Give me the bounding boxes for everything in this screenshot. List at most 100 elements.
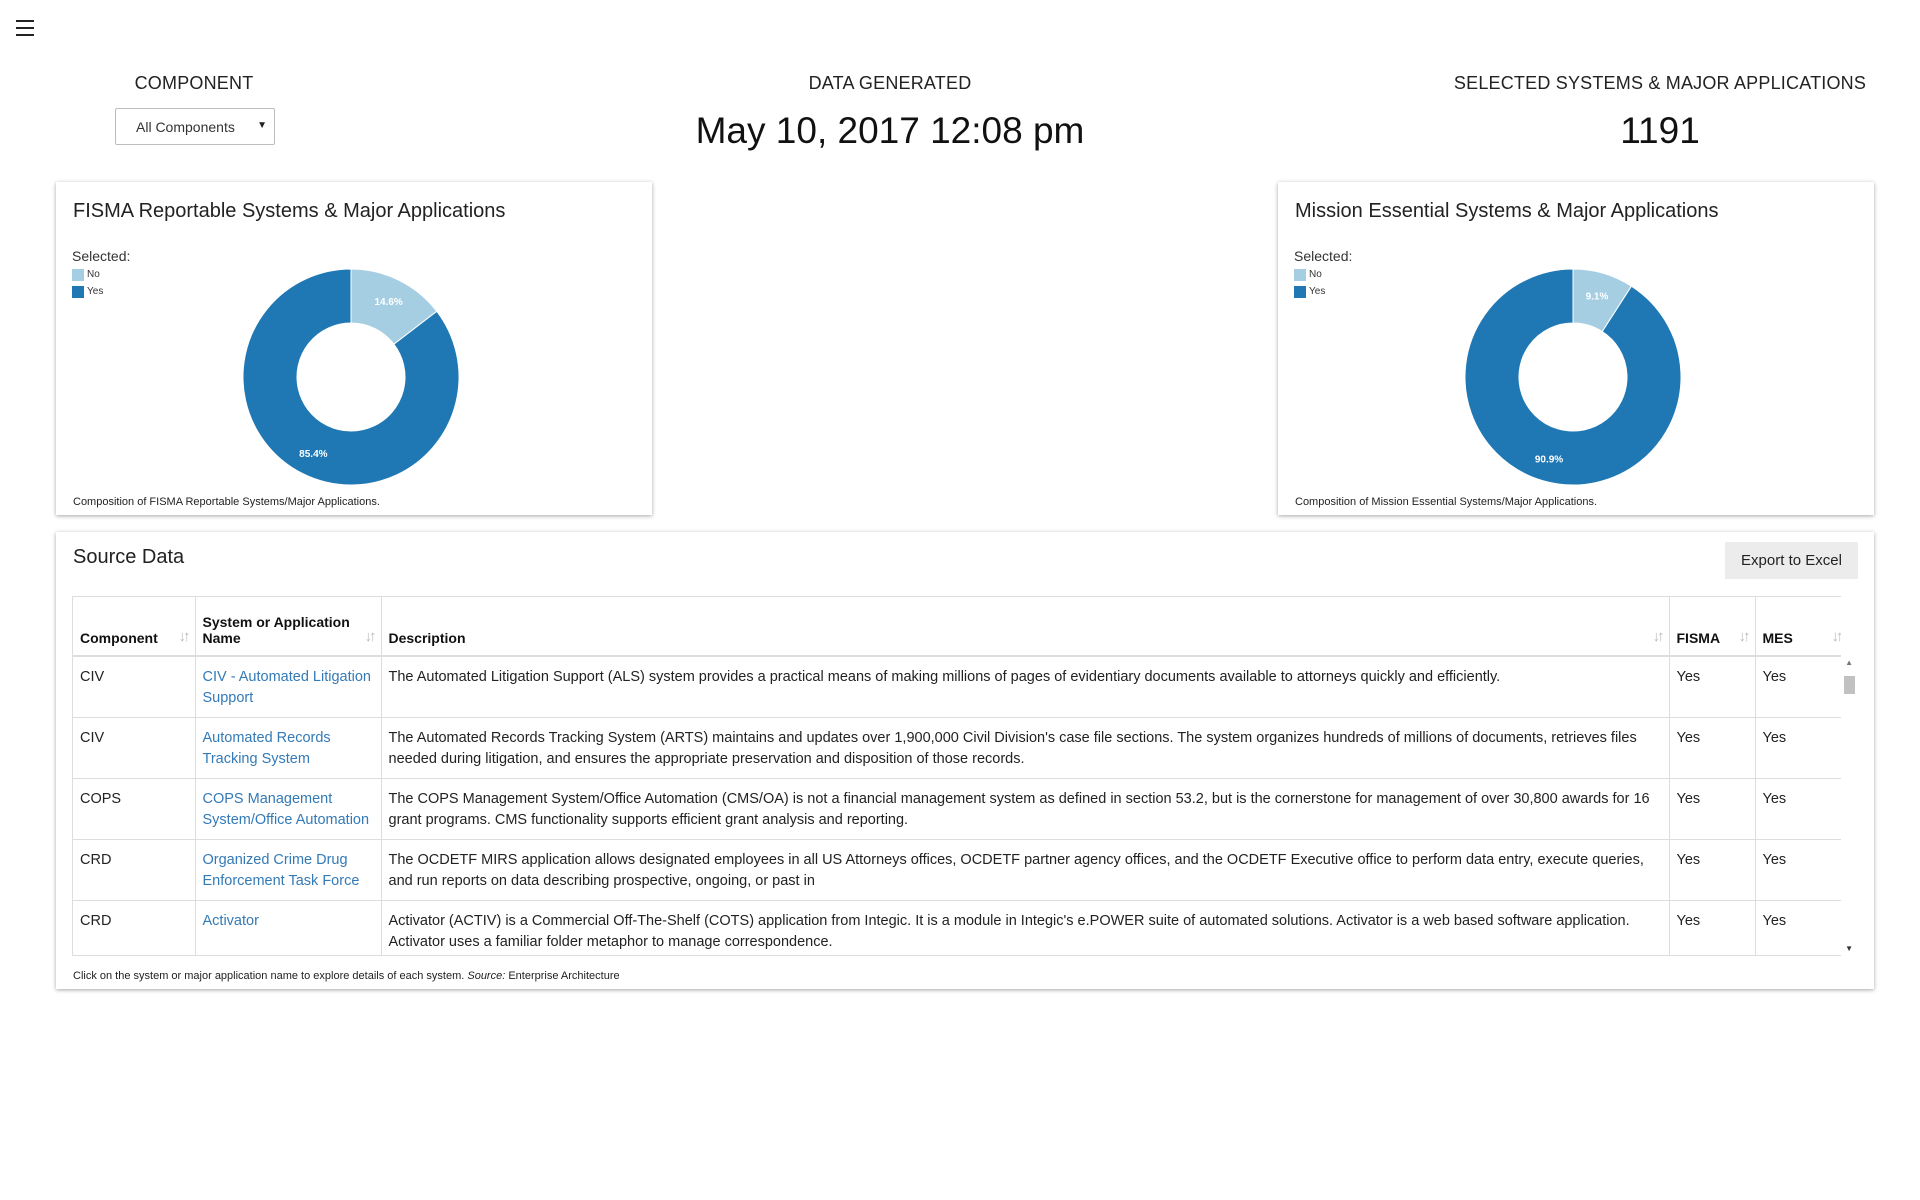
legend-swatch-no xyxy=(72,268,84,281)
component-label: COMPONENT xyxy=(134,73,254,93)
table-row: CIV Automated Records Tracking System The … xyxy=(73,717,1848,779)
data-generated-block: DATA GENERATED May 10, 2017 12:08 pm xyxy=(690,73,1090,152)
fisma-cell: Yes xyxy=(1669,900,1756,955)
legend-label-yes: Yes xyxy=(87,286,104,297)
fisma-chart-caption: Composition of FISMA Reportable Systems/… xyxy=(73,496,380,508)
sort-icon[interactable]: ↓↑ xyxy=(365,628,377,645)
system-name-link[interactable]: Activator xyxy=(195,900,382,955)
fisma-slice-label-yes: 85.4% xyxy=(299,449,327,460)
system-name-link[interactable]: Automated Records Tracking System xyxy=(195,717,382,779)
table-row: CIV CIV - Automated Litigation Support The… xyxy=(73,656,1848,718)
component-cell: CRD xyxy=(73,900,196,955)
component-cell: COPS xyxy=(73,778,196,840)
data-generated-value: May 10, 2017 12:08 pm xyxy=(695,110,1085,151)
description-cell: Activator (ACTIV) is a Commercial Off-Th… xyxy=(381,900,1670,955)
source-data-table: Component ↓↑ System or Application Name ↓↑… xyxy=(73,597,1848,955)
column-header-component[interactable]: Component ↓↑ xyxy=(73,597,196,657)
column-header-label: System or Application Name xyxy=(202,614,350,646)
data-generated-label: DATA GENERATED xyxy=(808,73,972,93)
fisma-cell: Yes xyxy=(1669,778,1756,840)
fisma-cell: Yes xyxy=(1669,717,1756,779)
fisma-slice-label-no: 14.6% xyxy=(374,297,402,308)
mes-cell: Yes xyxy=(1755,839,1848,901)
footer-source-label: Source: xyxy=(467,970,506,982)
mes-legend-title: Selected: xyxy=(1294,248,1353,264)
column-header-description[interactable]: Description ↓↑ xyxy=(381,597,1670,657)
description-cell: The Automated Litigation Support (ALS) s… xyxy=(381,656,1670,718)
column-header-label: Description xyxy=(388,630,466,646)
footer-source-value: Enterprise Architecture xyxy=(508,970,620,982)
description-cell: The Automated Records Tracking System (A… xyxy=(381,717,1670,779)
mes-chart-caption: Composition of Mission Essential Systems… xyxy=(1295,496,1598,508)
selected-count-value: 1191 xyxy=(1620,110,1700,151)
sort-icon[interactable]: ↓↑ xyxy=(1832,628,1844,645)
component-select[interactable]: All Components ▼ xyxy=(115,108,275,145)
column-header-fisma[interactable]: FISMA ↓↑ xyxy=(1669,597,1756,657)
mes-legend: Selected: No Yes xyxy=(1294,248,1352,300)
fisma-cell: Yes xyxy=(1669,656,1756,718)
sort-icon[interactable]: ↓↑ xyxy=(1653,628,1665,645)
mes-donut-chart: 9.1% 90.9% xyxy=(1464,268,1682,486)
table-scrollbar[interactable]: ▲ ▼ xyxy=(1841,596,1857,956)
mes-legend-no[interactable]: No xyxy=(1294,266,1352,283)
fisma-legend-no[interactable]: No xyxy=(72,266,130,283)
hamburger-menu-icon[interactable] xyxy=(14,16,40,42)
description-cell: The COPS Management System/Office Automa… xyxy=(381,778,1670,840)
table-row: CRD Activator Activator (ACTIV) is a Comme… xyxy=(73,900,1848,955)
source-data-table-frame[interactable]: Component ↓↑ System or Application Name ↓↑… xyxy=(72,596,1849,956)
system-name-link[interactable]: CIV - Automated Litigation Support xyxy=(195,656,382,718)
component-cell: CRD xyxy=(73,839,196,901)
column-header-label: MES xyxy=(1762,630,1793,646)
component-cell: CIV xyxy=(73,717,196,779)
legend-swatch-no xyxy=(1294,268,1306,281)
component-select-value: All Components xyxy=(136,119,235,135)
legend-label-yes: Yes xyxy=(1309,286,1326,297)
mes-slice-label-no: 9.1% xyxy=(1586,291,1609,302)
scroll-down-icon[interactable]: ▼ xyxy=(1845,944,1853,953)
legend-swatch-yes xyxy=(1294,285,1306,298)
table-row: CRD Organized Crime Drug Enforcement Task… xyxy=(73,839,1848,901)
fisma-chart-card: FISMA Reportable Systems & Major Applica… xyxy=(56,182,652,515)
table-header-row: Component ↓↑ System or Application Name ↓↑… xyxy=(73,597,1848,657)
source-data-footer: Click on the system or major application… xyxy=(73,970,620,982)
source-data-title: Source Data xyxy=(73,546,185,568)
column-header-system-name[interactable]: System or Application Name ↓↑ xyxy=(195,597,382,657)
source-data-card: Source Data Export to Excel Component ↓↑ … xyxy=(56,532,1874,989)
mes-cell: Yes xyxy=(1755,778,1848,840)
legend-label-no: No xyxy=(1309,269,1322,280)
component-filter-block: COMPONENT xyxy=(95,73,293,94)
sort-icon[interactable]: ↓↑ xyxy=(179,628,191,645)
fisma-cell: Yes xyxy=(1669,839,1756,901)
mes-cell: Yes xyxy=(1755,717,1848,779)
mes-slice-yes[interactable] xyxy=(1464,268,1682,486)
system-name-link[interactable]: COPS Management System/Office Automation xyxy=(195,778,382,840)
column-header-mes[interactable]: MES ↓↑ xyxy=(1755,597,1848,657)
column-header-label: Component xyxy=(80,630,158,646)
mes-cell: Yes xyxy=(1755,656,1848,718)
fisma-donut-chart: 14.6% 85.4% xyxy=(242,268,460,486)
column-header-label: FISMA xyxy=(1676,630,1721,646)
fisma-chart-title: FISMA Reportable Systems & Major Applica… xyxy=(73,200,506,222)
scroll-thumb[interactable] xyxy=(1844,676,1855,694)
fisma-legend-yes[interactable]: Yes xyxy=(72,283,130,300)
footer-text: Click on the system or major application… xyxy=(73,970,465,982)
description-cell: The OCDETF MIRS application allows desig… xyxy=(381,839,1670,901)
mes-cell: Yes xyxy=(1755,900,1848,955)
selected-count-block: SELECTED SYSTEMS & MAJOR APPLICATIONS 11… xyxy=(1430,73,1890,152)
mes-chart-card: Mission Essential Systems & Major Applic… xyxy=(1278,182,1874,515)
fisma-legend-title: Selected: xyxy=(72,248,131,264)
selected-count-label: SELECTED SYSTEMS & MAJOR APPLICATIONS xyxy=(1453,73,1867,93)
component-cell: CIV xyxy=(73,656,196,718)
mes-chart-title: Mission Essential Systems & Major Applic… xyxy=(1295,200,1719,222)
fisma-legend: Selected: No Yes xyxy=(72,248,130,300)
caret-down-icon: ▼ xyxy=(257,120,267,131)
sort-icon[interactable]: ↓↑ xyxy=(1739,628,1751,645)
mes-slice-label-yes: 90.9% xyxy=(1535,455,1563,466)
table-row: COPS COPS Management System/Office Automa… xyxy=(73,778,1848,840)
mes-legend-yes[interactable]: Yes xyxy=(1294,283,1352,300)
export-to-excel-button[interactable]: Export to Excel xyxy=(1725,542,1858,579)
scroll-up-icon[interactable]: ▲ xyxy=(1845,658,1853,667)
legend-swatch-yes xyxy=(72,285,84,298)
system-name-link[interactable]: Organized Crime Drug Enforcement Task Fo… xyxy=(195,839,382,901)
legend-label-no: No xyxy=(87,269,100,280)
